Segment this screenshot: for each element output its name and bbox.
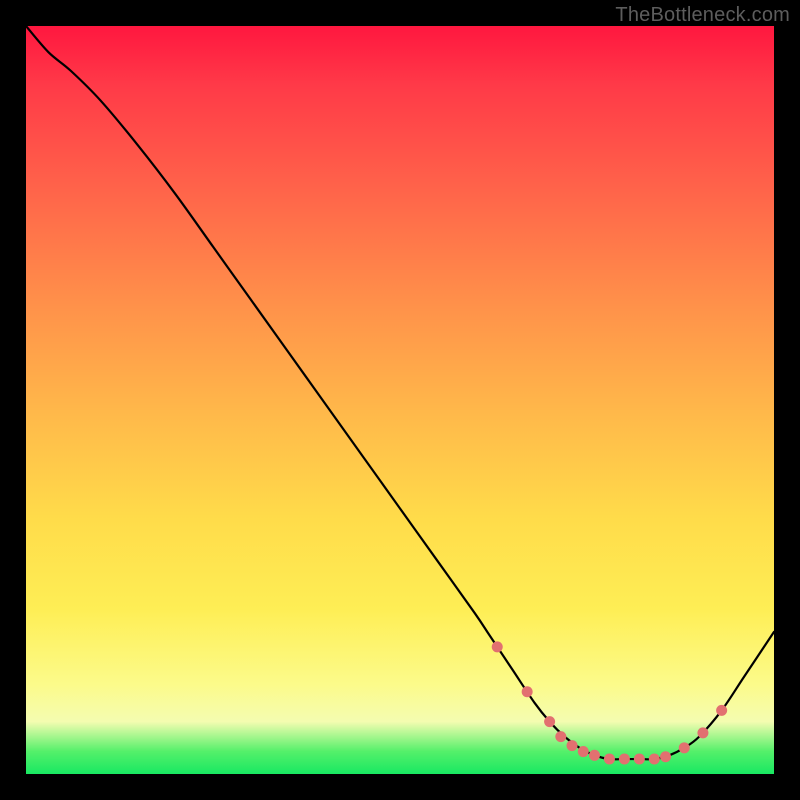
highlight-dot <box>589 750 600 761</box>
highlight-dot <box>649 754 660 765</box>
chart-frame: TheBottleneck.com <box>0 0 800 800</box>
highlight-dot <box>544 716 555 727</box>
chart-svg <box>26 26 774 774</box>
highlight-dot <box>555 731 566 742</box>
highlight-dots <box>492 641 727 764</box>
highlight-dot <box>578 746 589 757</box>
highlight-dot <box>660 751 671 762</box>
highlight-dot <box>679 742 690 753</box>
highlight-dot <box>697 727 708 738</box>
chart-plot-area <box>26 26 774 774</box>
highlight-dot <box>492 641 503 652</box>
highlight-dot <box>634 754 645 765</box>
watermark-text: TheBottleneck.com <box>615 4 790 27</box>
highlight-dot <box>567 740 578 751</box>
highlight-dot <box>604 754 615 765</box>
highlight-dot <box>619 754 630 765</box>
bottleneck-curve <box>26 26 774 759</box>
highlight-dot <box>522 686 533 697</box>
highlight-dot <box>716 705 727 716</box>
